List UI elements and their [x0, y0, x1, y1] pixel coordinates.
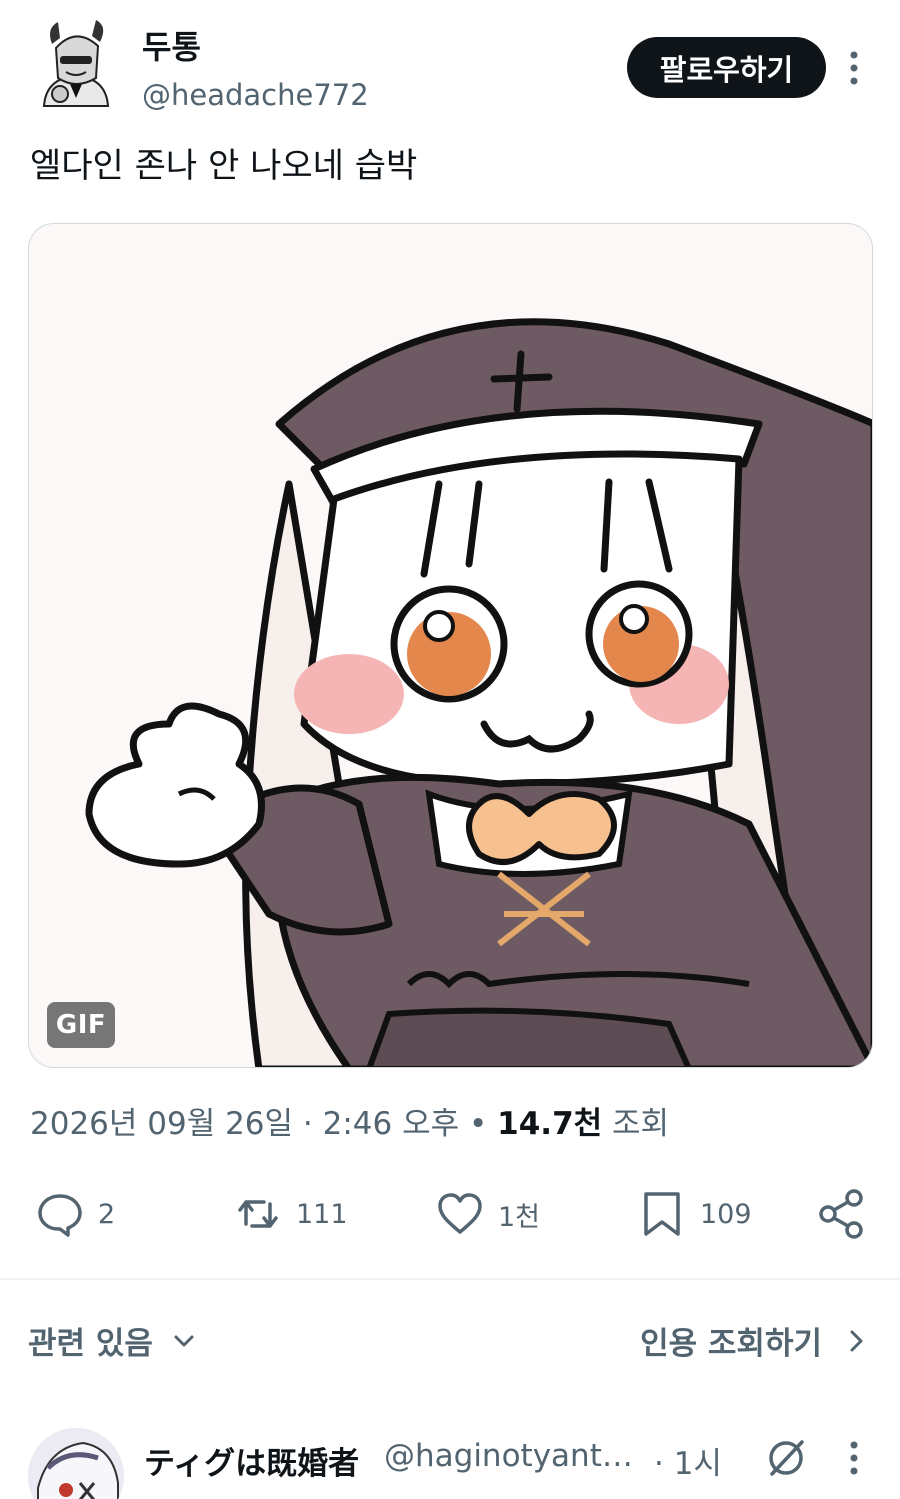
- action-bar: 2 111 1천 109: [0, 1178, 900, 1250]
- author-handle[interactable]: @headache772: [142, 78, 369, 112]
- retweet-count: 111: [296, 1198, 348, 1230]
- reply-icon: [38, 1194, 82, 1237]
- retweet-button[interactable]: 111: [232, 1178, 348, 1250]
- tweet-date: 2026년 09월 26일: [30, 1106, 294, 1142]
- more-vertical-icon[interactable]: [840, 1440, 868, 1476]
- chevron-down-icon: [174, 1335, 194, 1346]
- tweet-header: 두통 @headache772 팔로우하기: [0, 0, 900, 120]
- more-vertical-icon[interactable]: [840, 50, 868, 86]
- reply-author-name[interactable]: ティグは既婚者: [144, 1438, 359, 1483]
- share-button[interactable]: [816, 1178, 868, 1250]
- divider: [0, 1278, 900, 1280]
- related-dropdown[interactable]: 관련 있음: [28, 1318, 197, 1363]
- nun-gif-image: [29, 224, 872, 1067]
- retweet-icon: [238, 1200, 278, 1228]
- grok-icon[interactable]: [764, 1436, 808, 1480]
- like-button[interactable]: 1천: [434, 1178, 540, 1250]
- view-quotes-link[interactable]: 인용 조회하기: [640, 1318, 868, 1363]
- reply-author-handle[interactable]: @haginotyant…: [384, 1438, 634, 1474]
- reply-time: · 1시: [654, 1446, 722, 1482]
- like-icon: [438, 1193, 482, 1234]
- reply-avatar[interactable]: [28, 1428, 124, 1499]
- follow-button[interactable]: 팔로우하기: [627, 37, 826, 98]
- bookmark-button[interactable]: 109: [636, 1178, 752, 1250]
- author-name[interactable]: 두통: [142, 22, 201, 68]
- bookmark-icon: [644, 1192, 680, 1236]
- tweet-media[interactable]: GIF: [28, 223, 873, 1068]
- reply-item[interactable]: ティグは既婚者 @haginotyant… · 1시: [0, 1420, 900, 1499]
- tweet-time: 2:46 오후: [322, 1106, 460, 1142]
- gif-badge: GIF: [47, 1002, 115, 1048]
- bookmark-count: 109: [700, 1198, 752, 1230]
- meta-separator: •: [469, 1106, 498, 1142]
- related-label: 관련 있음: [28, 1326, 153, 1362]
- quotes-label: 인용 조회하기: [640, 1326, 822, 1362]
- views-label: 조회: [612, 1106, 670, 1142]
- meta-separator: ·: [302, 1106, 323, 1142]
- like-count: 1천: [498, 1201, 541, 1233]
- author-avatar[interactable]: [26, 18, 126, 112]
- share-icon: [819, 1189, 863, 1239]
- views-count: 14.7천: [497, 1106, 603, 1142]
- tweet-text: 엘다인 존나 안 나오네 습박: [30, 146, 418, 186]
- chevron-right-icon: [850, 1330, 863, 1351]
- tweet-meta: 2026년 09월 26일 · 2:46 오후 • 14.7천 조회: [30, 1098, 669, 1143]
- reply-count: 2: [98, 1198, 116, 1230]
- reply-button[interactable]: 2: [34, 1178, 115, 1250]
